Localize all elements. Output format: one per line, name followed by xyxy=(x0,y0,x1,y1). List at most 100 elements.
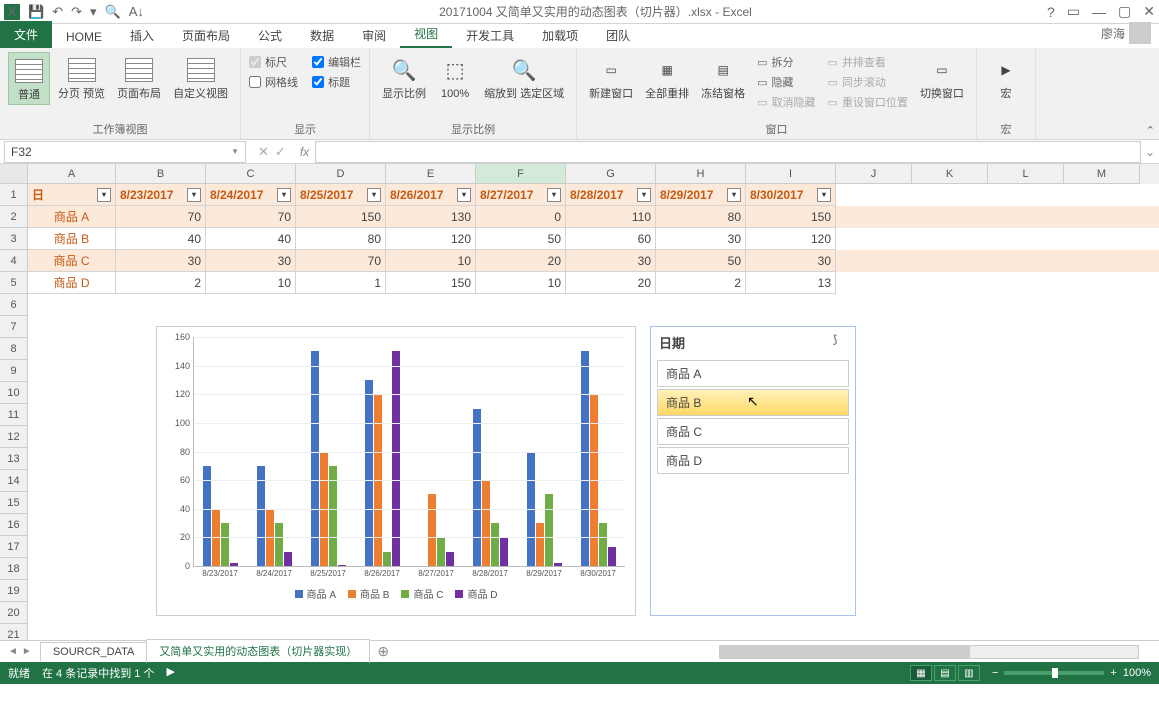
col-header-C[interactable]: C xyxy=(206,164,296,184)
table-cell[interactable]: 10 xyxy=(476,272,566,294)
table-cell[interactable]: 150 xyxy=(746,206,836,228)
row-header-21[interactable]: 21 xyxy=(0,624,28,640)
table-cell[interactable]: 70 xyxy=(296,250,386,272)
row-header-6[interactable]: 6 xyxy=(0,294,28,316)
fx-icon[interactable]: fx xyxy=(294,145,315,159)
undo-icon[interactable]: ↶ xyxy=(52,4,63,20)
table-cell[interactable]: 50 xyxy=(476,228,566,250)
tab-team[interactable]: 团队 xyxy=(592,23,644,48)
view-custom-button[interactable]: 自定义视图 xyxy=(169,52,232,105)
redo-icon[interactable]: ↷ xyxy=(71,4,82,20)
table-cell[interactable]: 0 xyxy=(476,206,566,228)
slicer-item[interactable]: 商品 D xyxy=(657,447,849,474)
tab-data[interactable]: 数据 xyxy=(296,23,348,48)
table-header-cell[interactable]: 8/23/2017▾ xyxy=(116,184,206,206)
table-cell[interactable]: 13 xyxy=(746,272,836,294)
row-header-12[interactable]: 12 xyxy=(0,426,28,448)
slicer-item[interactable]: 商品 C xyxy=(657,418,849,445)
row-header-3[interactable]: 3 xyxy=(0,228,28,250)
table-cell[interactable]: 130 xyxy=(386,206,476,228)
table-cell[interactable]: 70 xyxy=(116,206,206,228)
table-cell[interactable]: 120 xyxy=(386,228,476,250)
qat-more-icon[interactable]: ▾ xyxy=(90,4,97,20)
ribbon-collapse-icon[interactable]: ⌃ xyxy=(1146,124,1155,137)
table-cell[interactable]: 110 xyxy=(566,206,656,228)
row-header-9[interactable]: 9 xyxy=(0,360,28,382)
macros-button[interactable]: ▶宏 xyxy=(985,52,1027,103)
table-cell[interactable]: 1 xyxy=(296,272,386,294)
table-cell[interactable]: 30 xyxy=(656,228,746,250)
chevron-down-icon[interactable]: ▼ xyxy=(231,147,239,156)
zoom-100-button[interactable]: ⬚100% xyxy=(434,52,476,103)
table-cell[interactable]: 40 xyxy=(116,228,206,250)
col-header-A[interactable]: A xyxy=(28,164,116,184)
sheet-nav[interactable]: ◄► xyxy=(0,646,40,657)
row-header-5[interactable]: 5 xyxy=(0,272,28,294)
zoom-in-icon[interactable]: + xyxy=(1110,667,1116,679)
col-header-J[interactable]: J xyxy=(836,164,912,184)
table-header-cell[interactable]: 8/25/2017▾ xyxy=(296,184,386,206)
row-header-16[interactable]: 16 xyxy=(0,514,28,536)
page-break-view-icon[interactable]: ▥ xyxy=(958,665,980,681)
table-cell[interactable]: 商品 D xyxy=(28,272,116,294)
table-cell[interactable]: 2 xyxy=(656,272,746,294)
slicer-item[interactable]: 商品 A xyxy=(657,360,849,387)
arrange-all-button[interactable]: ▦全部重排 xyxy=(641,52,693,112)
cells[interactable]: 日▾8/23/2017▾8/24/2017▾8/25/2017▾8/26/201… xyxy=(28,184,1159,294)
formula-input[interactable] xyxy=(315,141,1141,163)
table-header-cell[interactable]: 日▾ xyxy=(28,184,116,206)
table-cell[interactable]: 60 xyxy=(566,228,656,250)
zoom-control[interactable]: − + 100% xyxy=(992,667,1151,679)
view-normal-button[interactable]: 普通 xyxy=(8,52,50,105)
col-header-L[interactable]: L xyxy=(988,164,1064,184)
add-sheet-icon[interactable]: ⊕ xyxy=(369,643,397,660)
tab-addins[interactable]: 加载项 xyxy=(528,23,592,48)
gridlines-checkbox[interactable]: 网格线 xyxy=(249,72,298,92)
table-cell[interactable]: 150 xyxy=(296,206,386,228)
zoom-out-icon[interactable]: − xyxy=(992,667,998,679)
new-window-button[interactable]: ▭新建窗口 xyxy=(585,52,637,112)
tab-formula[interactable]: 公式 xyxy=(244,23,296,48)
filter-icon[interactable]: ▾ xyxy=(97,188,111,202)
sheet-tab-1[interactable]: 又简单又实用的动态图表（切片器实现） xyxy=(146,639,370,664)
col-header-D[interactable]: D xyxy=(296,164,386,184)
user-account[interactable]: 廖海 xyxy=(1093,18,1159,48)
switch-windows-button[interactable]: ▭切换窗口 xyxy=(916,52,968,112)
row-header-14[interactable]: 14 xyxy=(0,470,28,492)
table-cell[interactable]: 商品 A xyxy=(28,206,116,228)
row-header-10[interactable]: 10 xyxy=(0,382,28,404)
filter-icon[interactable]: ▾ xyxy=(727,188,741,202)
formula-bar-checkbox[interactable]: 编辑栏 xyxy=(312,52,361,72)
zoom-selection-button[interactable]: 🔍缩放到 选定区域 xyxy=(480,52,568,103)
table-header-cell[interactable]: 8/30/2017▾ xyxy=(746,184,836,206)
filter-icon[interactable]: ▾ xyxy=(367,188,381,202)
save-icon[interactable]: 💾 xyxy=(28,4,44,20)
col-header-E[interactable]: E xyxy=(386,164,476,184)
table-cell[interactable]: 2 xyxy=(116,272,206,294)
freeze-panes-button[interactable]: ▤冻结窗格 xyxy=(697,52,749,112)
col-header-K[interactable]: K xyxy=(912,164,988,184)
zoom-slider[interactable] xyxy=(1004,671,1104,675)
table-cell[interactable]: 120 xyxy=(746,228,836,250)
table-cell[interactable]: 30 xyxy=(566,250,656,272)
filter-icon[interactable]: ▾ xyxy=(187,188,201,202)
table-cell[interactable]: 80 xyxy=(296,228,386,250)
horizontal-scrollbar[interactable] xyxy=(397,645,1159,659)
tab-developer[interactable]: 开发工具 xyxy=(452,23,528,48)
row-header-19[interactable]: 19 xyxy=(0,580,28,602)
zoom-value[interactable]: 100% xyxy=(1123,667,1151,679)
table-header-cell[interactable]: 8/29/2017▾ xyxy=(656,184,746,206)
table-cell[interactable]: 20 xyxy=(476,250,566,272)
row-header-18[interactable]: 18 xyxy=(0,558,28,580)
slicer[interactable]: 日期 ⟆ 商品 A商品 B商品 C商品 D ↖ xyxy=(650,326,856,616)
table-cell[interactable]: 50 xyxy=(656,250,746,272)
filter-icon[interactable]: ▾ xyxy=(547,188,561,202)
page-layout-view-icon[interactable]: ▤ xyxy=(934,665,956,681)
filter-icon[interactable]: ▾ xyxy=(457,188,471,202)
table-header-cell[interactable]: 8/27/2017▾ xyxy=(476,184,566,206)
filter-icon[interactable]: ▾ xyxy=(277,188,291,202)
sheet-tab-0[interactable]: SOURCR_DATA xyxy=(40,642,148,661)
table-cell[interactable]: 30 xyxy=(746,250,836,272)
hide-button[interactable]: ▭ 隐藏 xyxy=(753,72,819,92)
search-icon[interactable]: 🔍 xyxy=(105,4,121,20)
